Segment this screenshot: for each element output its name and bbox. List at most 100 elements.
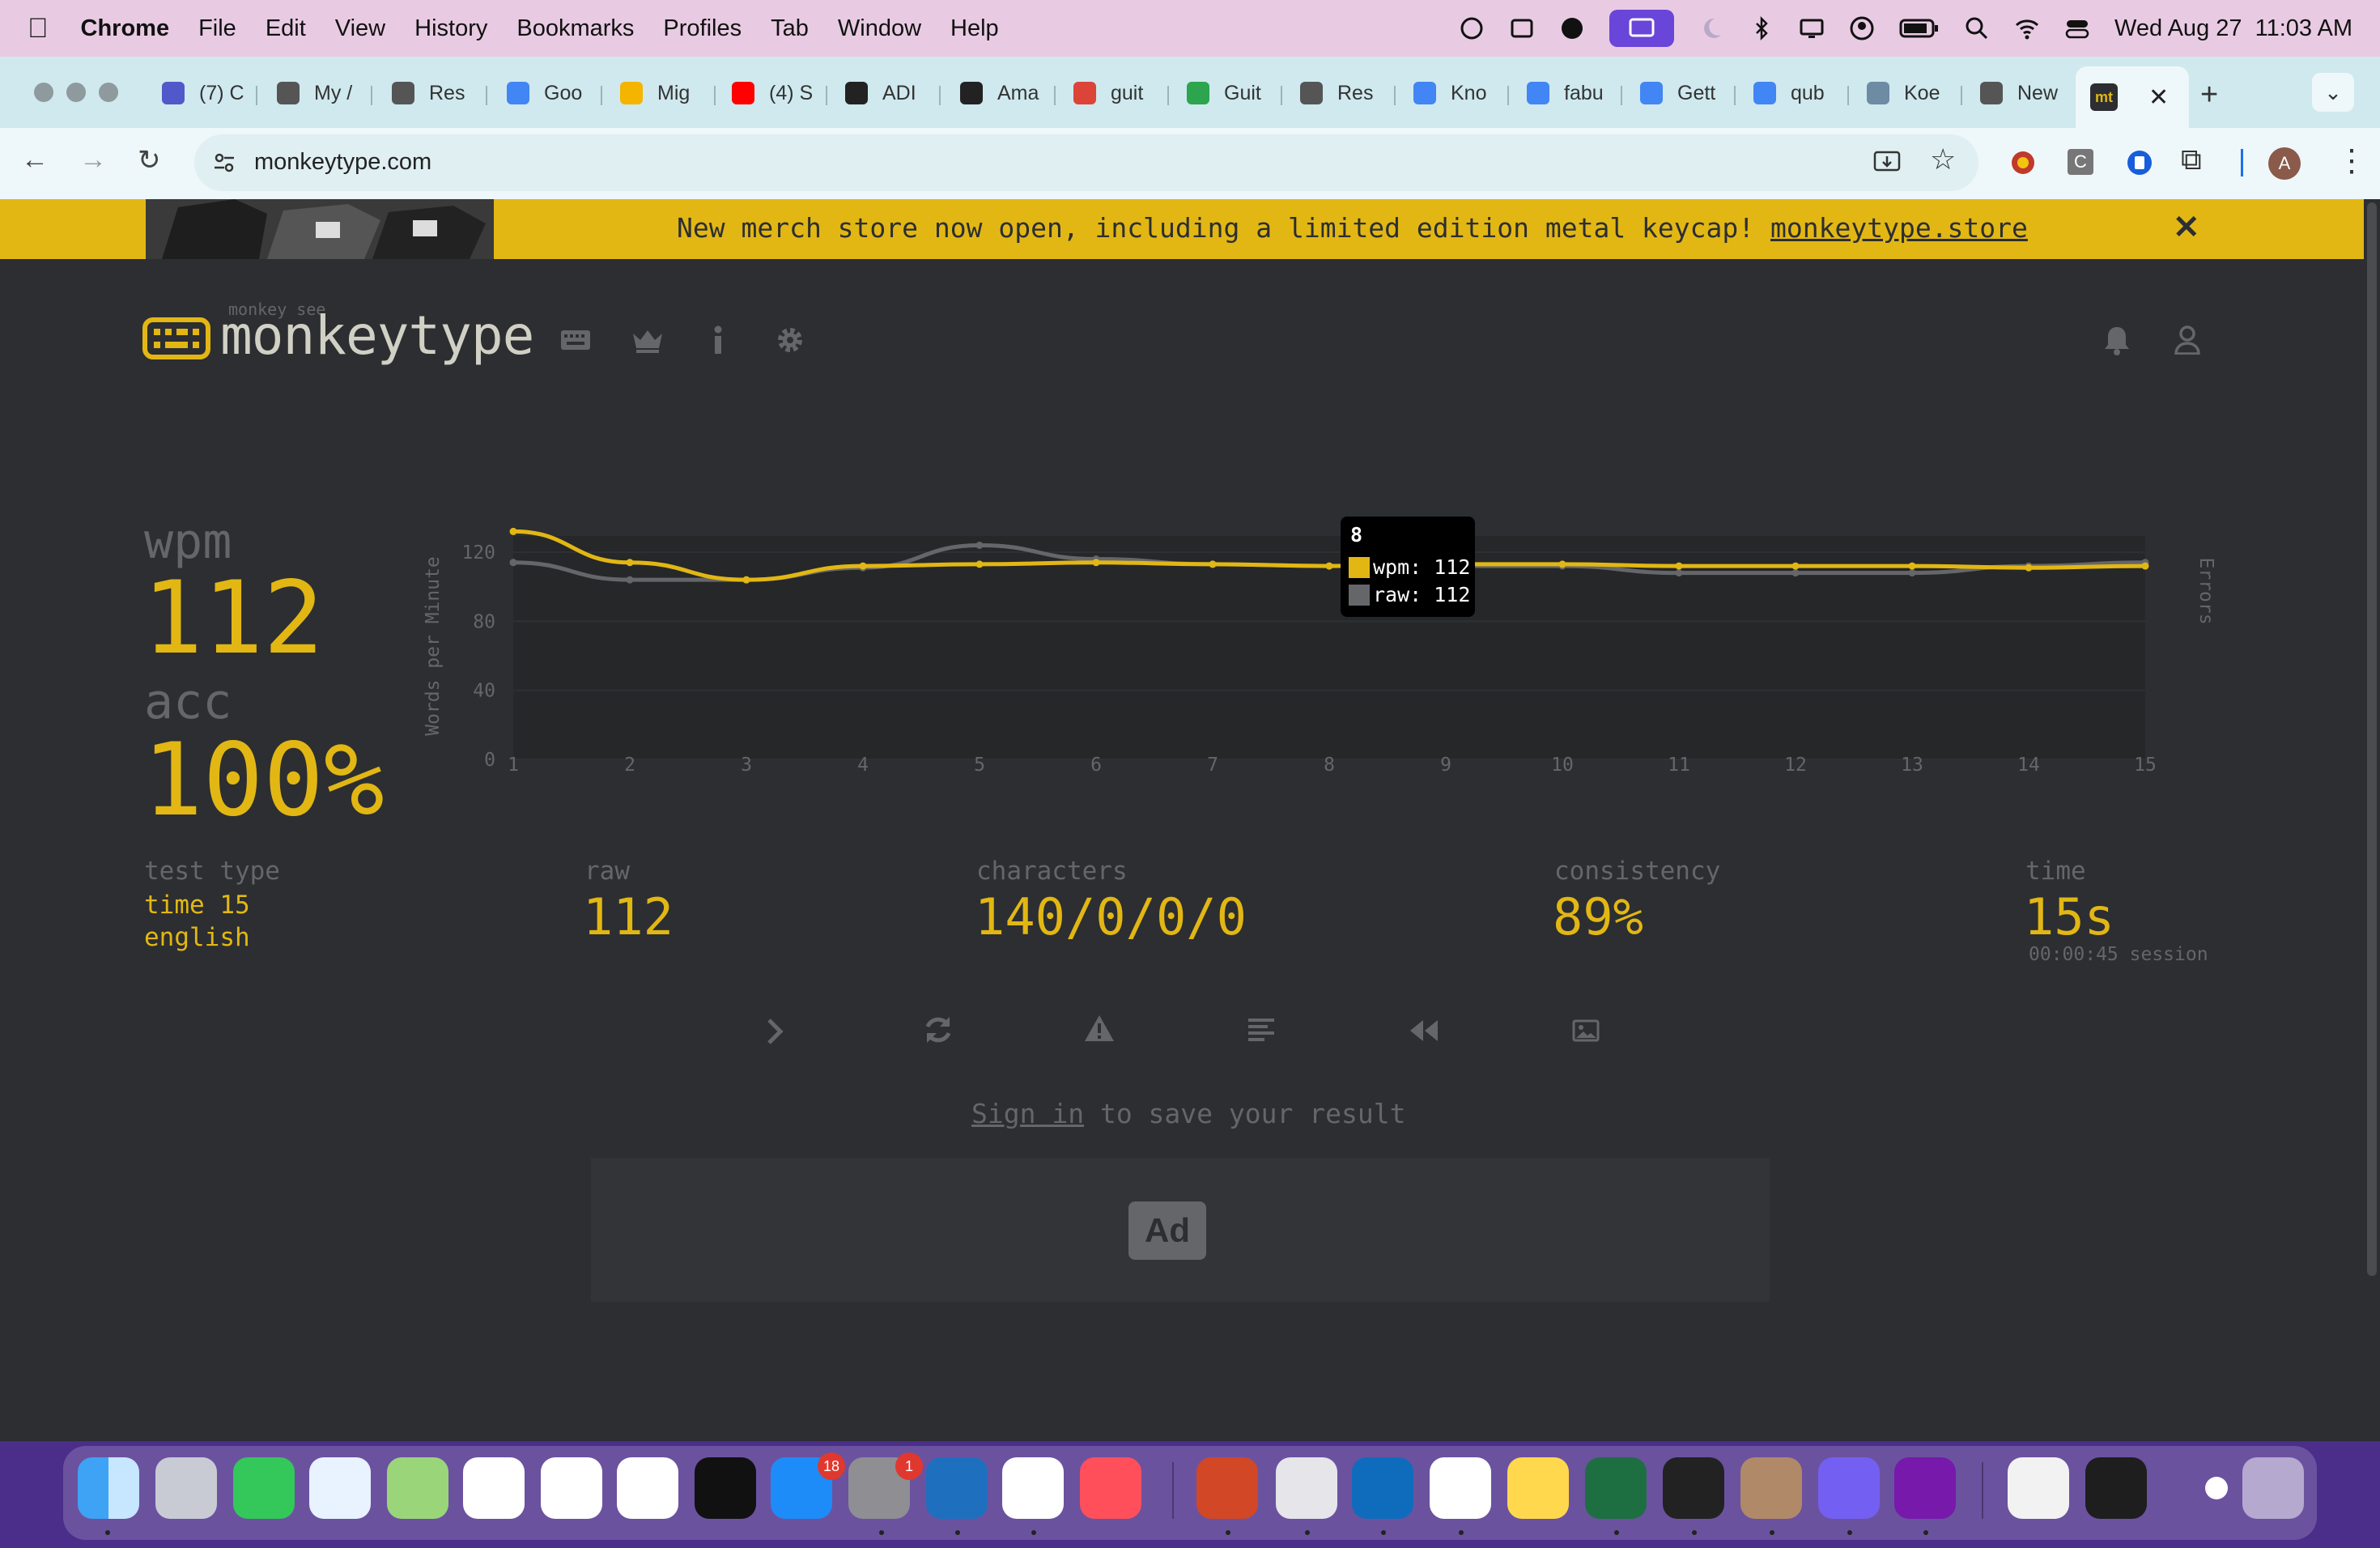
menu-view[interactable]: View: [335, 15, 385, 42]
onenote-icon[interactable]: [1894, 1457, 1956, 1519]
menubar-clock[interactable]: Wed Aug 27 11:03 AM: [2114, 15, 2352, 42]
tab-search-icon[interactable]: ⌄: [2312, 73, 2354, 112]
browser-tab[interactable]: qub: [1753, 71, 1825, 115]
menu-window[interactable]: Window: [838, 15, 921, 42]
acc-value[interactable]: 100%: [142, 722, 385, 839]
menu-help[interactable]: Help: [950, 15, 999, 42]
browser-tab[interactable]: Res: [392, 71, 465, 115]
menu-app-name[interactable]: Chrome: [81, 15, 170, 42]
vscode-icon[interactable]: [926, 1457, 988, 1519]
menu-history[interactable]: History: [414, 15, 487, 42]
address-bar[interactable]: monkeytype.com ☆: [194, 134, 1978, 191]
browser-tab[interactable]: Guit: [1187, 71, 1261, 115]
url-text[interactable]: monkeytype.com: [254, 149, 431, 176]
report-warning-icon[interactable]: [1083, 1014, 1116, 1043]
wpm-value[interactable]: 112: [142, 560, 324, 677]
safari-icon[interactable]: [309, 1457, 371, 1519]
moon-icon[interactable]: [1698, 15, 1724, 41]
control-center-icon[interactable]: [2064, 15, 2090, 41]
notes-icon[interactable]: [1507, 1457, 1569, 1519]
facetime-icon[interactable]: [233, 1457, 295, 1519]
reload-icon[interactable]: ↻: [138, 144, 161, 176]
wifi-icon[interactable]: [2014, 15, 2040, 41]
word-history-icon[interactable]: [1248, 1017, 1274, 1043]
browser-tab[interactable]: fabu: [1527, 71, 1604, 115]
menu-bookmarks[interactable]: Bookmarks: [516, 15, 634, 42]
install-app-icon[interactable]: [1873, 149, 1902, 176]
chrome-minimized-icon[interactable]: [2205, 1477, 2228, 1499]
monkeytype-logo-icon[interactable]: [142, 317, 210, 359]
extension-icon[interactable]: [2008, 147, 2038, 178]
viber-status-icon[interactable]: [1559, 15, 1585, 41]
browser-tab[interactable]: guit: [1073, 71, 1143, 115]
openai-status-icon[interactable]: [1459, 15, 1485, 41]
wpm-chart[interactable]: 040801201 2 3 4 5 6 7 8 9 10 11 12 13 14 15Words per M…: [421, 502, 2234, 777]
restart-test-icon[interactable]: [923, 1014, 954, 1046]
launchpad-icon[interactable]: [155, 1457, 217, 1519]
test-language-value[interactable]: english: [144, 923, 250, 952]
spotlight-search-icon[interactable]: [1964, 15, 1990, 41]
chrome-dock-icon[interactable]: [1002, 1457, 1064, 1519]
outlook-status-icon[interactable]: [1509, 15, 1535, 41]
browser-tab[interactable]: New: [1980, 71, 2058, 115]
tab-close-icon[interactable]: ✕: [2148, 83, 2169, 112]
excel-icon[interactable]: [1585, 1457, 1647, 1519]
chatgpt-icon[interactable]: [1430, 1457, 1491, 1519]
menu-tab[interactable]: Tab: [771, 15, 809, 42]
battery-icon[interactable]: [1899, 15, 1940, 41]
menu-file[interactable]: File: [198, 15, 236, 42]
news-icon[interactable]: [1080, 1457, 1141, 1519]
merch-store-link[interactable]: monkeytype.store: [1770, 212, 2028, 244]
menu-edit[interactable]: Edit: [266, 15, 306, 42]
site-settings-icon[interactable]: [212, 151, 236, 175]
page-scrollbar-thumb[interactable]: [2367, 202, 2377, 1276]
extension-c-icon[interactable]: C: [2068, 149, 2093, 175]
contacts-icon[interactable]: [1740, 1457, 1802, 1519]
raw-value[interactable]: 112: [583, 887, 674, 946]
profile-avatar[interactable]: A: [2268, 147, 2301, 180]
time-value[interactable]: 15s: [2024, 887, 2114, 946]
characters-value[interactable]: 140/0/0/0: [975, 887, 1247, 946]
info-icon[interactable]: [711, 325, 725, 355]
finder-icon[interactable]: [78, 1457, 139, 1519]
browser-tab[interactable]: Kno: [1413, 71, 1486, 115]
browser-tab[interactable]: ADI: [845, 71, 916, 115]
replay-rewind-icon[interactable]: [1409, 1019, 1439, 1043]
crown-icon[interactable]: [631, 327, 664, 353]
window-zoom-button[interactable]: [99, 83, 118, 102]
forward-arrow-icon[interactable]: →: [79, 144, 107, 176]
calendar-icon[interactable]: [541, 1457, 602, 1519]
terminal-window-icon[interactable]: [2085, 1457, 2147, 1519]
account-user-icon[interactable]: [2174, 325, 2200, 355]
browser-tab[interactable]: Koe: [1867, 71, 1940, 115]
consistency-value[interactable]: 89%: [1553, 887, 1643, 946]
banner-close-icon[interactable]: ✕: [2173, 209, 2200, 246]
new-tab-icon[interactable]: +: [2200, 78, 2218, 113]
outlook-icon[interactable]: [1352, 1457, 1413, 1519]
piano-app-icon[interactable]: [1663, 1457, 1724, 1519]
browser-tab[interactable]: Mig: [620, 71, 690, 115]
viber-icon[interactable]: [1818, 1457, 1880, 1519]
browser-tab[interactable]: My /: [277, 71, 352, 115]
chrome-menu-icon[interactable]: ⋮: [2336, 142, 2367, 179]
preview-icon[interactable]: [1276, 1457, 1337, 1519]
bitwarden-extension-icon[interactable]: [2126, 149, 2153, 176]
apple-tv-icon[interactable]: [695, 1457, 756, 1519]
keyboard-icon[interactable]: [560, 329, 591, 351]
powerpoint-icon[interactable]: [1196, 1457, 1258, 1519]
browser-tab[interactable]: Goo: [507, 71, 582, 115]
bluetooth-icon[interactable]: [1749, 15, 1774, 41]
display-icon[interactable]: [1799, 15, 1825, 41]
logo-text[interactable]: monkeytype: [220, 304, 534, 367]
browser-tab[interactable]: Gett: [1640, 71, 1715, 115]
freeform-icon[interactable]: [617, 1457, 678, 1519]
document-icon[interactable]: [2008, 1457, 2069, 1519]
browser-tab[interactable]: Res: [1300, 71, 1373, 115]
apple-menu-icon[interactable]: : [28, 13, 49, 45]
back-arrow-icon[interactable]: ←: [21, 144, 49, 176]
extensions-puzzle-icon[interactable]: ⧉: [2181, 142, 2202, 177]
next-test-icon[interactable]: [766, 1017, 785, 1046]
bookmark-star-icon[interactable]: ☆: [1930, 142, 1956, 176]
browser-tab[interactable]: Ama: [960, 71, 1039, 115]
browser-tab[interactable]: (7) C: [162, 71, 244, 115]
